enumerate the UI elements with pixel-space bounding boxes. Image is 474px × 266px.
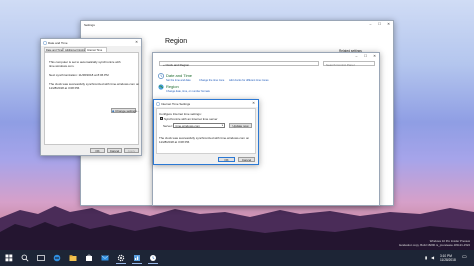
cancel-button[interactable]: Cancel (107, 148, 122, 153)
task-view-icon[interactable] (36, 253, 46, 263)
settings-heading: Region (165, 38, 188, 45)
clock-icon (43, 40, 47, 45)
ok-button[interactable]: OK (90, 148, 105, 153)
date-time-link-2[interactable]: Change the time zone (199, 79, 224, 82)
chevron-down-icon: ▾ (221, 123, 223, 127)
internet-time-titlebar: Internet Time Settings ✕ (154, 100, 258, 107)
volume-icon[interactable]: ◀ (431, 255, 434, 260)
ok-button[interactable]: OK (218, 157, 235, 162)
search-placeholder: Search Control Panel (326, 62, 355, 67)
edge-icon[interactable] (52, 253, 62, 263)
address-bar[interactable]: « Clock and Region (159, 61, 319, 67)
notifications-icon[interactable]: ▭ (462, 254, 467, 260)
apply-button[interactable]: Apply (124, 148, 139, 153)
change-settings-label: Change settings... (115, 108, 140, 113)
minimize-icon[interactable]: – (367, 21, 374, 28)
date-time-title[interactable]: Date and Time (166, 73, 192, 78)
start-icon[interactable] (4, 253, 14, 263)
maximize-icon[interactable]: ☐ (362, 53, 369, 60)
date-time-dialog-title: Date and Time (48, 40, 68, 45)
search-box[interactable]: Search Control Panel (323, 61, 375, 67)
last-sync-text-2: 11/28/2018 at 3:08 PM. (49, 85, 80, 90)
mail-icon[interactable] (100, 253, 110, 263)
date-time-dialog-titlebar: Date and Time ✕ (41, 39, 141, 46)
next-sync-text: Next synchronization: 11/28/2018 at 8:06… (49, 72, 109, 77)
breadcrumb: « Clock and Region (163, 62, 190, 67)
clock-icon (156, 101, 160, 106)
close-icon[interactable]: ✕ (250, 100, 257, 107)
settings-window-title: Settings (84, 22, 95, 27)
sync-text-2: time.windows.com. (49, 63, 75, 68)
server-value: time.windows.com (175, 124, 201, 129)
taskbar-time[interactable]: 3:10 PM (440, 254, 452, 258)
store-icon[interactable] (84, 253, 94, 263)
server-label: Server: (163, 123, 173, 128)
settings-titlebar: Settings – ☐ ✕ (81, 21, 393, 28)
file-explorer-icon[interactable] (68, 253, 78, 263)
date-time-link-3[interactable]: Add clocks for different time zones (229, 79, 269, 82)
region-title[interactable]: Region (166, 84, 179, 89)
date-time-dialog: Date and Time ✕ Date and Time Additional… (40, 38, 142, 156)
close-icon[interactable]: ✕ (133, 39, 140, 46)
network-icon[interactable]: ▮ (425, 255, 427, 260)
settings-icon[interactable] (116, 253, 126, 264)
date-time-icon (158, 73, 164, 79)
control-panel-icon[interactable] (132, 253, 142, 264)
taskbar: ▮ ◀ 3:10 PM 11/28/2018 ▭ (0, 250, 474, 266)
close-icon[interactable]: ✕ (371, 53, 378, 60)
search-icon[interactable] (20, 253, 30, 263)
internet-time-body: Configure Internet time settings: ✓ Sync… (156, 108, 256, 154)
close-icon[interactable]: ✕ (385, 21, 392, 28)
cancel-button[interactable]: Cancel (238, 157, 255, 162)
date-time-icon[interactable] (148, 253, 158, 264)
server-dropdown[interactable]: time.windows.com ▾ (173, 122, 225, 129)
sync-checkbox-label: Synchronize with an Internet time server (164, 116, 218, 121)
watermark-line-2: Evaluation copy. Build 18290.rs_prerelea… (399, 243, 470, 247)
change-settings-button[interactable]: ◆ Change settings... (111, 107, 140, 113)
sync-checkbox[interactable]: ✓ (160, 117, 163, 120)
region-link-1[interactable]: Change date, time, or number formats (166, 90, 210, 93)
internet-time-dialog-title: Internet Time Settings (161, 101, 191, 106)
globe-icon (158, 84, 164, 90)
control-panel-titlebar: – ☐ ✕ (153, 53, 379, 60)
internet-time-panel: This computer is set to automatically sy… (44, 51, 140, 145)
shield-icon: ◆ (112, 108, 115, 113)
minimize-icon[interactable]: – (353, 53, 360, 60)
result-text-2: 11/28/2018 at 3:08 PM. (159, 140, 190, 144)
update-now-button[interactable]: Update now (229, 122, 252, 128)
internet-time-settings-dialog: Internet Time Settings ✕ Configure Inter… (153, 99, 259, 165)
date-time-link-1[interactable]: Set the time and date (166, 79, 191, 82)
maximize-icon[interactable]: ☐ (376, 21, 383, 28)
taskbar-date[interactable]: 11/28/2018 (440, 258, 456, 262)
configure-label: Configure Internet time settings: (159, 112, 202, 116)
